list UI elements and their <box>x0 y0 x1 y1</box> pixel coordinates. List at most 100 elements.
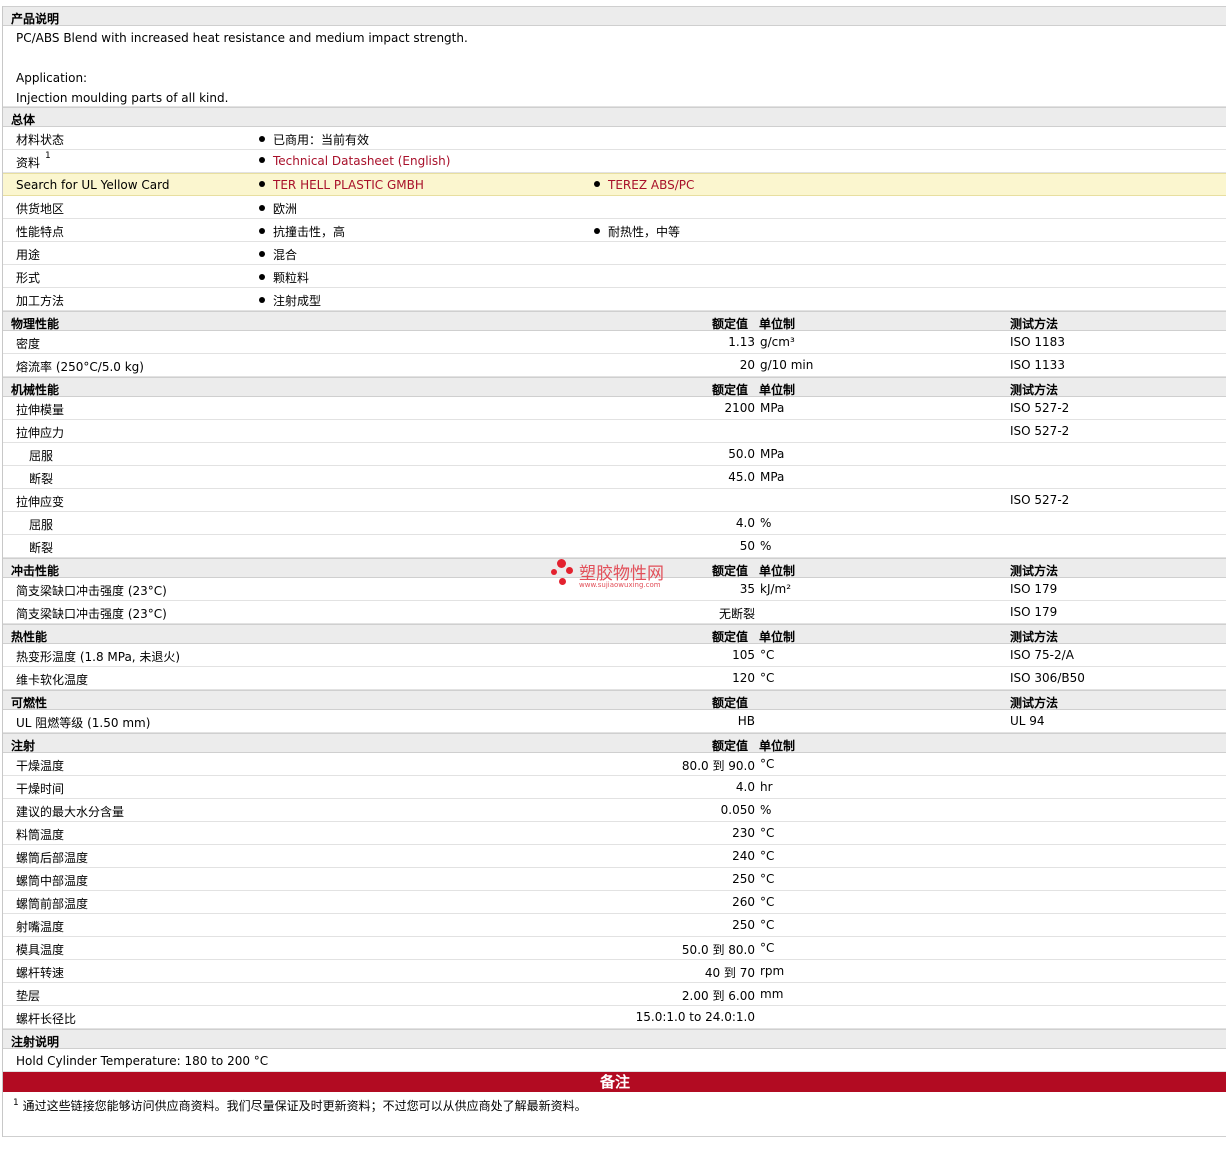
link[interactable]: TEREZ ABS/PC <box>608 178 694 192</box>
property-sections: 物理性能 额定值 单位制 测试方法 密度 1.13 g/cm³ ISO 1183 熔流率 (25… <box>3 311 1226 1029</box>
property-value: 4.0 <box>735 780 755 794</box>
application-text: Injection moulding parts of all kind. <box>16 91 229 105</box>
property-unit: °C <box>760 895 775 909</box>
link[interactable]: TER HELL PLASTIC GMBH <box>273 178 424 192</box>
property-label: 垫层 <box>16 989 41 1003</box>
bullet-value[interactable]: TEREZ ABS/PC <box>594 178 694 192</box>
property-row: 螺杆长径比 15.0:1.0 to 24.0:1.0 <box>3 1006 1226 1029</box>
property-row: 屈服 4.0% <box>3 512 1226 535</box>
property-label: 料筒温度 <box>16 828 65 842</box>
property-value: 250 <box>732 872 755 886</box>
property-label: 维卡软化温度 <box>16 673 89 687</box>
property-value: 105 <box>732 648 755 662</box>
property-label: UL 阻燃等级 (1.50 mm) <box>16 716 151 730</box>
row-label: 供货地区 <box>16 202 65 216</box>
injection-note-text: Hold Cylinder Temperature: 180 to 200 °C <box>16 1054 269 1068</box>
property-value: 240 <box>732 849 755 863</box>
property-label: 螺筒中部温度 <box>16 874 89 888</box>
property-unit: °C <box>760 872 775 886</box>
property-label: 拉伸应变 <box>16 495 65 509</box>
section-header-mechanical: 机械性能 额定值 单位制 测试方法 <box>3 377 1226 397</box>
property-value: 无断裂 <box>718 607 755 621</box>
col-header-rated: 额定值 <box>712 696 749 710</box>
col-header-method: 测试方法 <box>1010 630 1059 644</box>
section-header-injection: 注射 额定值 单位制 <box>3 733 1226 753</box>
property-unit: °C <box>760 826 775 840</box>
row-label: 性能特点 <box>16 225 65 239</box>
test-method: ISO 306/B50 <box>1010 671 1085 685</box>
row-label: Search for UL Yellow Card <box>16 178 170 192</box>
property-value: 2.00 到 6.00 <box>681 989 755 1003</box>
property-label: 简支梁缺口冲击强度 (23°C) <box>16 607 167 621</box>
property-label: 密度 <box>16 337 41 351</box>
bullet-icon <box>594 181 600 187</box>
col-header-method: 测试方法 <box>1010 317 1059 331</box>
section-header-injection-note: 注射说明 <box>3 1029 1226 1049</box>
property-label: 螺筒前部温度 <box>16 897 89 911</box>
section-title: 注射说明 <box>11 1035 60 1049</box>
col-header-unit: 单位制 <box>759 739 796 753</box>
bullet-value[interactable]: TER HELL PLASTIC GMBH <box>259 178 424 192</box>
property-value: 50.0 <box>728 447 755 461</box>
value-text: 已商用：当前有效 <box>273 133 370 147</box>
test-method: ISO 527-2 <box>1010 401 1070 415</box>
value-text: 欧洲 <box>273 202 298 216</box>
property-label: 拉伸应力 <box>16 426 65 440</box>
section-title: 热性能 <box>11 630 48 644</box>
link[interactable]: Technical Datasheet (English) <box>273 154 450 168</box>
test-method: ISO 75-2/A <box>1010 648 1074 662</box>
property-value: 20 <box>739 358 755 372</box>
property-label: 干燥时间 <box>16 782 65 796</box>
property-value: 45.0 <box>728 470 755 484</box>
value-text: 颗粒料 <box>273 271 310 285</box>
bullet-icon <box>259 136 265 142</box>
property-label: 熔流率 (250°C/5.0 kg) <box>16 360 144 374</box>
property-row: 射嘴温度 250 °C <box>3 914 1226 937</box>
property-row: 断裂 50% <box>3 535 1226 558</box>
footnote-marker: 1 <box>13 1098 19 1108</box>
bullet-icon <box>259 181 265 187</box>
property-unit: % <box>760 803 772 817</box>
property-unit: g/10 min <box>760 358 814 372</box>
property-row: 螺杆转速 40 到 70 rpm <box>3 960 1226 983</box>
property-unit: MPa <box>760 470 785 484</box>
bullet-icon <box>259 205 265 211</box>
property-unit: hr <box>760 780 773 794</box>
bullet-icon <box>259 274 265 280</box>
property-value: HB <box>737 714 755 728</box>
col-header-method: 测试方法 <box>1010 383 1059 397</box>
value-text: 混合 <box>273 248 298 262</box>
general-row: 形式 颗粒料 <box>3 265 1226 288</box>
property-unit: % <box>760 539 772 553</box>
footnote-text: 通过这些链接您能够访问供应商资料。我们尽量保证及时更新资料；不过您可以从供应商处… <box>22 1099 587 1113</box>
bullet-value: 已商用：当前有效 <box>259 131 369 148</box>
logo-dot <box>559 578 566 585</box>
property-label: 断裂 <box>29 541 54 555</box>
col-header-rated: 额定值 <box>712 564 749 578</box>
test-method: ISO 527-2 <box>1010 424 1070 438</box>
property-row: 料筒温度 230 °C <box>3 822 1226 845</box>
watermark-logo: 塑胶物性网 www.sujiaowuxing.com <box>549 557 689 593</box>
property-value: 2100 <box>724 401 755 415</box>
property-row: 屈服 50.0 MPa <box>3 443 1226 466</box>
test-method: ISO 179 <box>1010 605 1058 619</box>
col-header-unit: 单位制 <box>759 630 796 644</box>
property-row: 断裂 45.0 MPa <box>3 466 1226 489</box>
property-label: 模具温度 <box>16 943 65 957</box>
value-text: 耐热性，中等 <box>608 225 681 239</box>
product-description: PC/ABS Blend with increased heat resista… <box>3 26 1226 107</box>
property-unit: g/cm³ <box>760 335 795 349</box>
property-unit: % <box>760 516 772 530</box>
section-header-physical: 物理性能 额定值 单位制 测试方法 <box>3 311 1226 331</box>
row-label: 加工方法 <box>16 294 65 308</box>
property-value: 260 <box>732 895 755 909</box>
bullet-value[interactable]: Technical Datasheet (English) <box>259 154 450 168</box>
description-text: PC/ABS Blend with increased heat resista… <box>16 31 468 45</box>
property-unit: °C <box>760 849 775 863</box>
bullet-value: 颗粒料 <box>259 269 309 286</box>
bullet-value: 抗撞击性，高 <box>259 223 345 240</box>
row-label: 资料 <box>16 156 41 170</box>
property-row: UL 阻燃等级 (1.50 mm) HB UL 94 <box>3 710 1226 733</box>
test-method: ISO 1183 <box>1010 335 1065 349</box>
section-title: 冲击性能 <box>11 564 60 578</box>
